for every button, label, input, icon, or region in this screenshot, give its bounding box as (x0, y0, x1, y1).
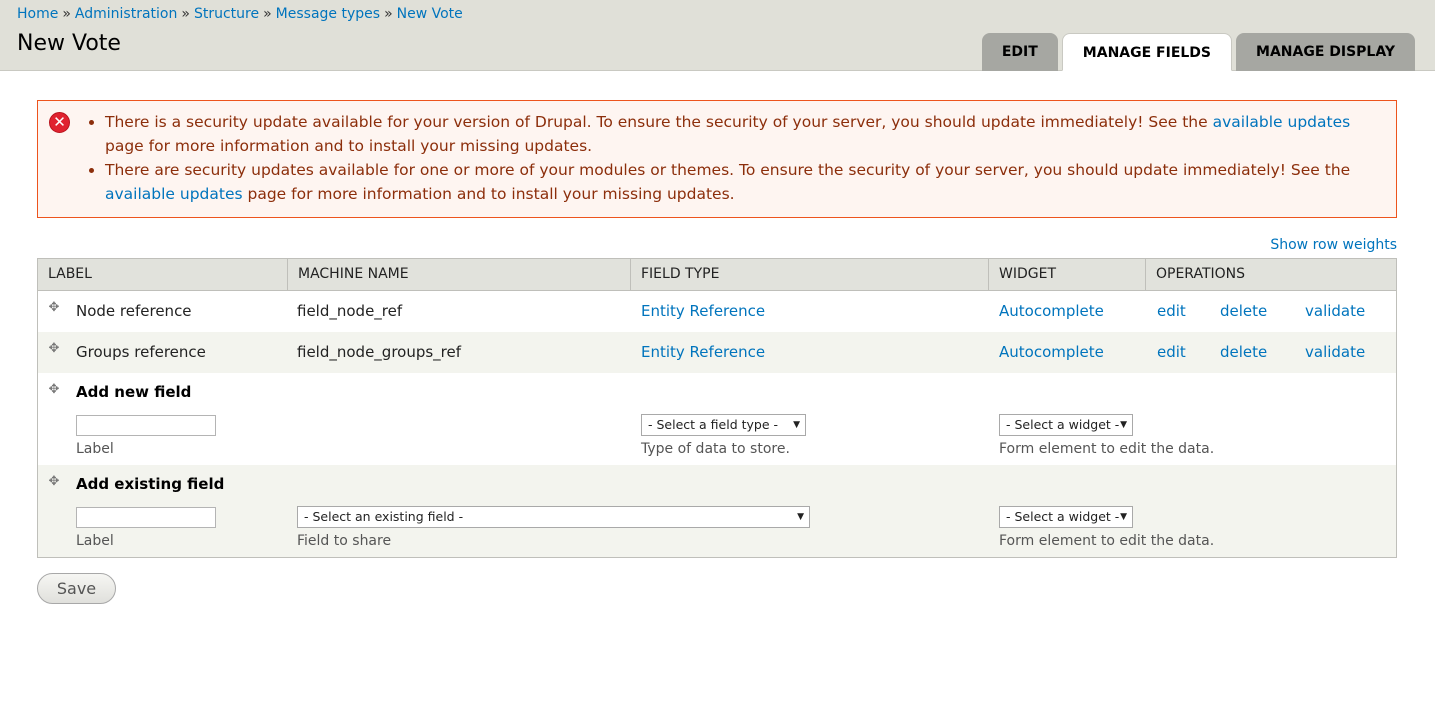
new-field-label-desc: Label (76, 441, 114, 457)
validate-link[interactable]: validate (1305, 291, 1365, 332)
existing-widget-desc: Form element to edit the data. (999, 533, 1215, 549)
page-header: Home» Administration» Structure» Message ty… (0, 0, 1435, 71)
header-field-type: FIELD TYPE (631, 259, 989, 290)
new-field-label-input[interactable] (76, 415, 216, 436)
tab-manage-display[interactable]: MANAGE DISPLAY (1236, 33, 1415, 71)
message-text: page for more information and to install… (105, 137, 593, 155)
drag-handle-icon[interactable]: ✥ (48, 475, 60, 488)
widget-link[interactable]: Autocomplete (999, 332, 1104, 373)
edit-link[interactable]: edit (1157, 332, 1186, 373)
header-operations: OPERATIONS (1156, 266, 1246, 282)
new-widget-desc: Form element to edit the data. (999, 441, 1215, 457)
widget-link[interactable]: Autocomplete (999, 291, 1104, 332)
field-type-select[interactable]: - Select a field type - ▼ (641, 414, 806, 436)
breadcrumb-separator: » (62, 6, 71, 22)
available-updates-link[interactable]: available updates (1213, 113, 1351, 131)
dropdown-arrow-icon: ▼ (793, 420, 800, 430)
breadcrumb-separator: » (384, 6, 393, 22)
existing-field-label-input[interactable] (76, 507, 216, 528)
validate-link[interactable]: validate (1305, 332, 1365, 373)
new-widget-select[interactable]: - Select a widget - ▼ (999, 414, 1133, 436)
drag-handle-icon[interactable]: ✥ (48, 342, 60, 355)
add-new-field-row: ✥ Add new field Label - Select a field t… (38, 373, 1396, 465)
table-header: LABEL MACHINE NAME FIELD TYPE WIDGET OPE… (38, 259, 1396, 291)
fields-table: LABEL MACHINE NAME FIELD TYPE WIDGET OPE… (37, 258, 1397, 558)
add-existing-field-title: Add existing field (76, 475, 225, 493)
page-title: New Vote (17, 31, 121, 56)
add-existing-field-row: ✥ Add existing field Label - Select an e… (38, 465, 1396, 557)
breadcrumb-new-vote[interactable]: New Vote (397, 6, 463, 22)
breadcrumb-home[interactable]: Home (17, 6, 58, 22)
dropdown-arrow-icon: ▼ (1120, 420, 1127, 430)
drag-handle-icon[interactable]: ✥ (48, 301, 60, 314)
drag-handle-icon[interactable]: ✥ (48, 383, 60, 396)
available-updates-link[interactable]: available updates (105, 185, 243, 203)
message-text: There are security updates available for… (105, 161, 1351, 179)
header-machine-name: MACHINE NAME (288, 259, 631, 290)
breadcrumb-message-types[interactable]: Message types (276, 6, 380, 22)
breadcrumb-separator: » (181, 6, 190, 22)
field-type-link[interactable]: Entity Reference (641, 291, 765, 332)
save-button[interactable]: Save (37, 573, 116, 604)
existing-field-label-desc: Label (76, 533, 114, 549)
existing-field-select-value: - Select an existing field - (304, 509, 464, 524)
breadcrumb: Home» Administration» Structure» Message ty… (17, 6, 463, 22)
add-new-field-title: Add new field (76, 383, 192, 401)
field-type-link[interactable]: Entity Reference (641, 332, 765, 373)
existing-widget-select[interactable]: - Select a widget - ▼ (999, 506, 1133, 528)
tab-edit[interactable]: EDIT (981, 33, 1058, 71)
message-text: page for more information and to install… (242, 185, 735, 203)
breadcrumb-structure[interactable]: Structure (194, 6, 259, 22)
field-label: Node reference (76, 302, 192, 320)
error-messages: ✕ There is a security update available f… (37, 100, 1397, 218)
field-type-desc: Type of data to store. (641, 441, 790, 457)
breadcrumb-administration[interactable]: Administration (75, 6, 177, 22)
widget-select-value: - Select a widget - (1006, 417, 1120, 432)
field-type-select-value: - Select a field type - (648, 417, 779, 432)
message-item: There is a security update available for… (105, 110, 1384, 158)
existing-field-desc: Field to share (297, 533, 392, 549)
header-label: LABEL (38, 259, 288, 290)
delete-link[interactable]: delete (1220, 332, 1267, 373)
tabs: EDIT MANAGE FIELDS MANAGE DISPLAY (981, 33, 1415, 71)
table-row: ✥ Groups reference field_node_groups_ref… (38, 332, 1396, 373)
message-text: There is a security update available for… (105, 113, 1213, 131)
dropdown-arrow-icon: ▼ (1120, 512, 1127, 522)
message-item: There are security updates available for… (105, 158, 1384, 206)
error-icon: ✕ (49, 112, 70, 133)
show-row-weights-link[interactable]: Show row weights (1270, 237, 1397, 253)
breadcrumb-separator: » (263, 6, 272, 22)
dropdown-arrow-icon: ▼ (797, 512, 804, 522)
table-row: ✥ Node reference field_node_ref Entity R… (38, 291, 1396, 332)
header-widget: WIDGET (989, 259, 1146, 290)
tab-manage-fields[interactable]: MANAGE FIELDS (1061, 33, 1233, 71)
existing-field-select[interactable]: - Select an existing field - ▼ (297, 506, 810, 528)
widget-select-value: - Select a widget - (1006, 509, 1120, 524)
edit-link[interactable]: edit (1157, 291, 1186, 332)
field-machine-name: field_node_ref (297, 302, 403, 320)
field-machine-name: field_node_groups_ref (297, 343, 462, 361)
delete-link[interactable]: delete (1220, 291, 1267, 332)
field-label: Groups reference (76, 343, 206, 361)
